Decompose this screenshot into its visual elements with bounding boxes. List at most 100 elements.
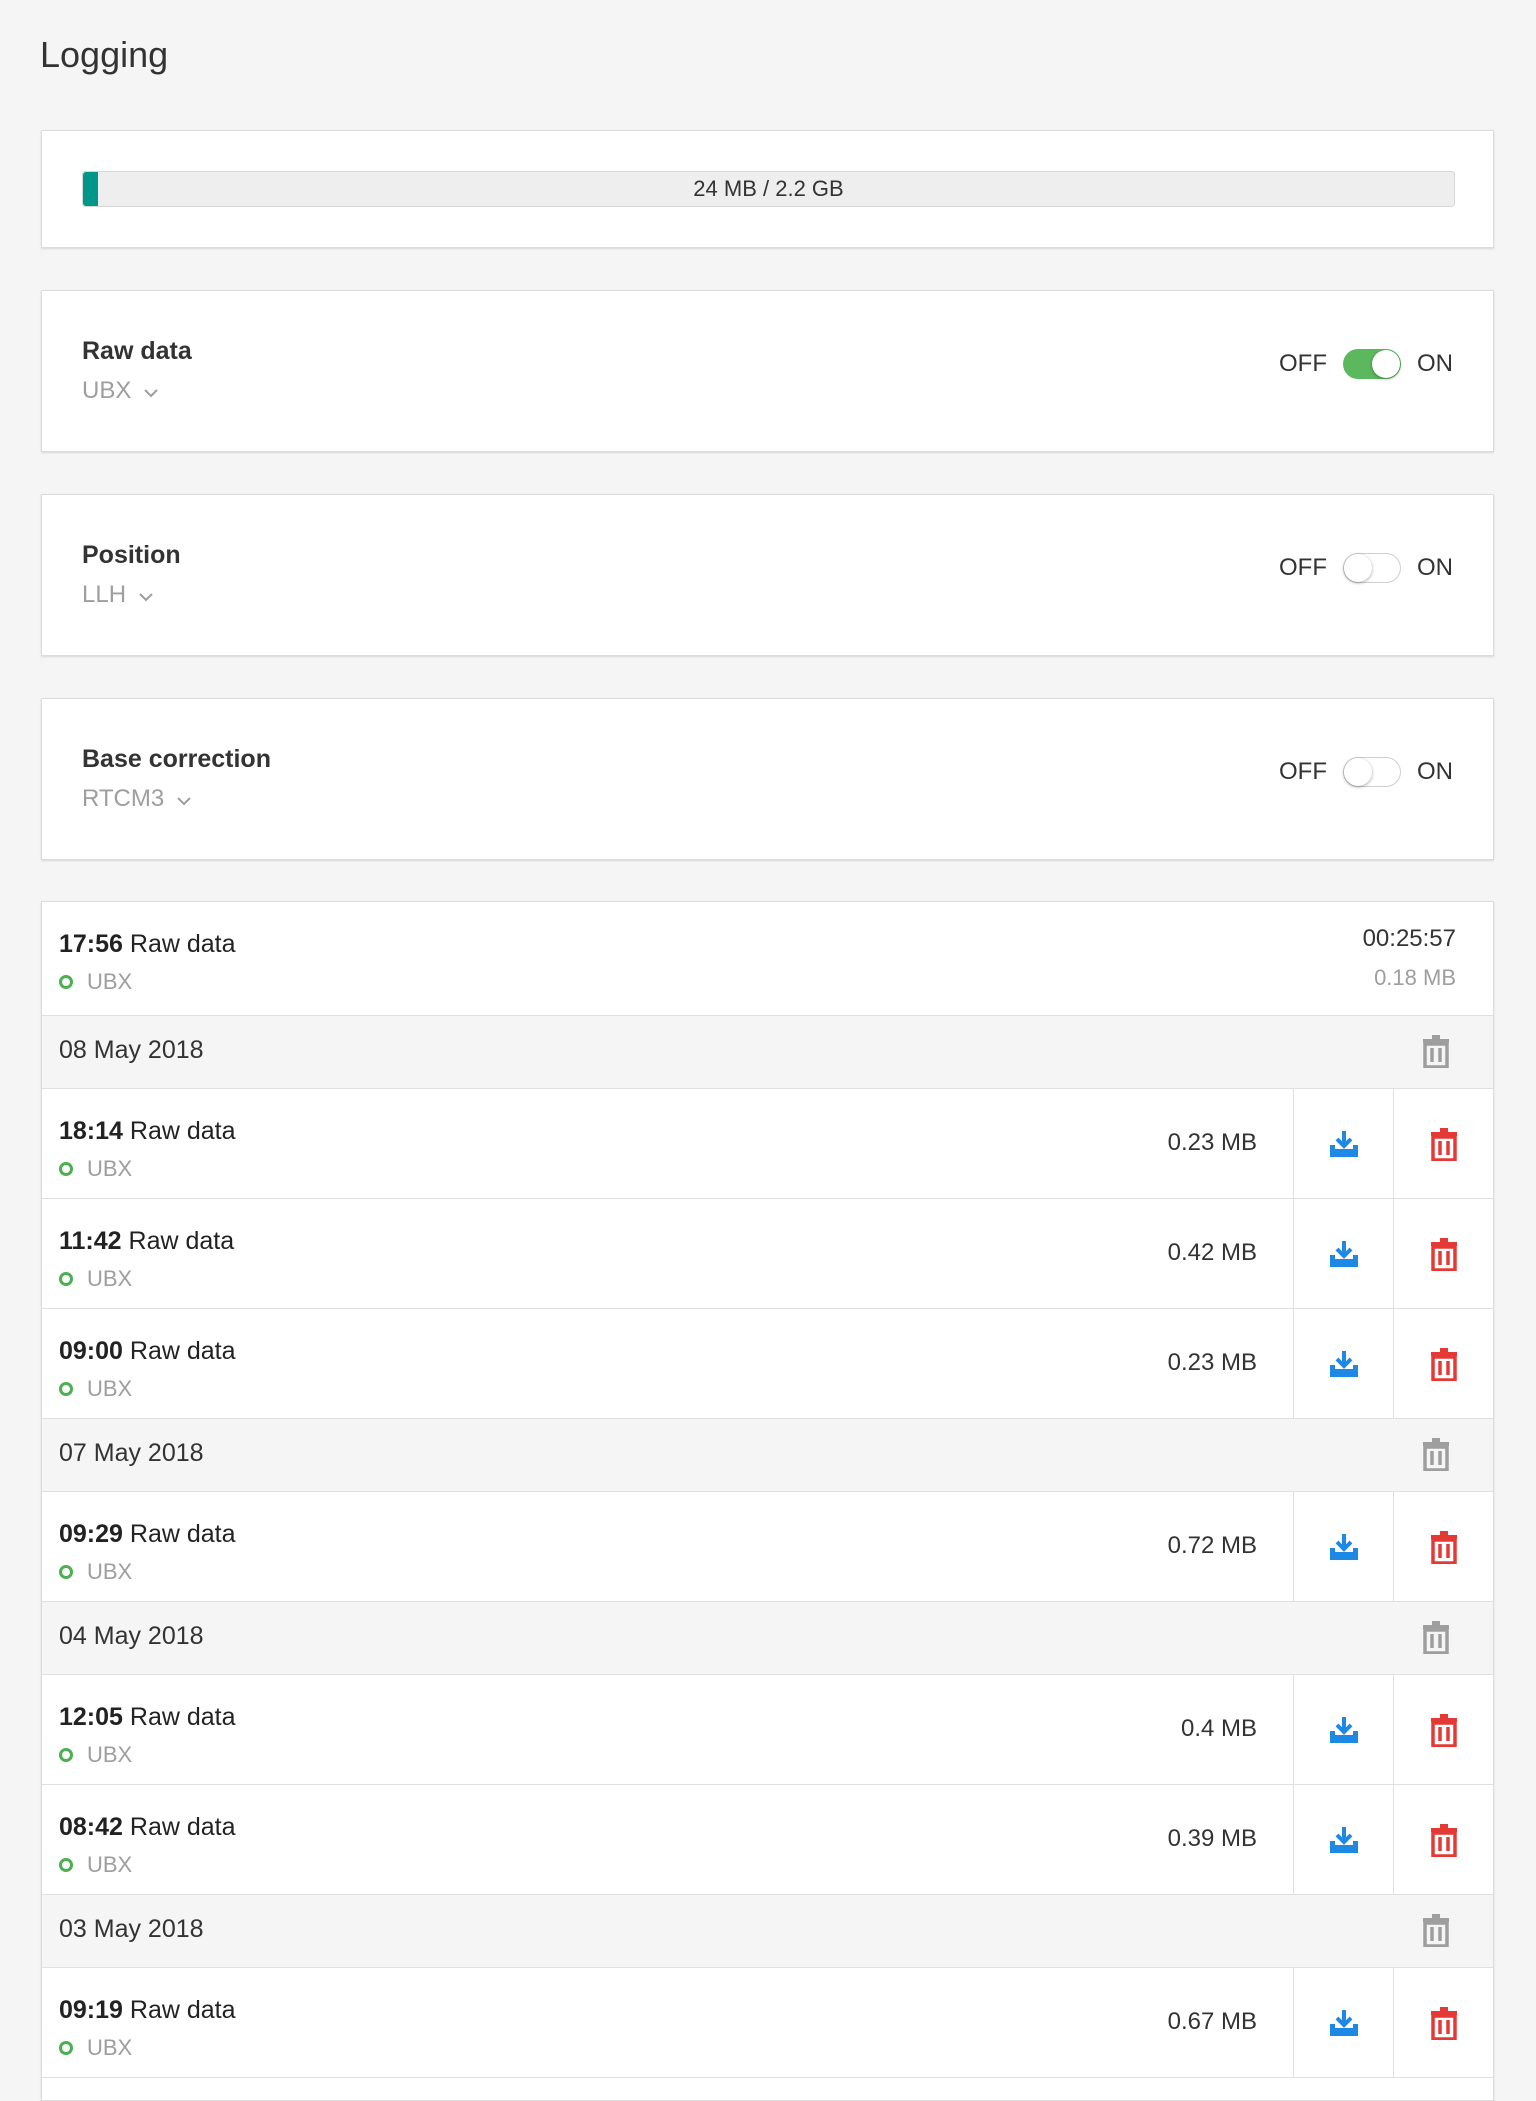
log-file-row: 09:00 Raw data UBX 0.23 MB [42, 1309, 1493, 1419]
log-time: 11:42 [59, 1227, 122, 1255]
log-type: Raw data [129, 1813, 236, 1841]
download-button[interactable] [1293, 1492, 1393, 1601]
delete-button[interactable] [1393, 1089, 1493, 1198]
log-title: 09:00 Raw data [59, 1337, 236, 1366]
download-button[interactable] [1293, 1199, 1393, 1308]
delete-button[interactable] [1393, 1675, 1493, 1784]
trash-icon [1429, 2006, 1459, 2040]
chevron-down-icon [176, 785, 192, 813]
toggle-switch[interactable] [1343, 757, 1401, 787]
log-file-row: 08:42 Raw data UBX 0.39 MB [42, 1785, 1493, 1895]
setting-name: Raw data [82, 337, 192, 365]
trash-icon [1421, 1034, 1455, 1068]
status-circle-icon [59, 1565, 73, 1579]
toggle-knob [1344, 554, 1372, 582]
log-type: Raw data [129, 1520, 236, 1548]
log-type: Raw data [129, 1117, 236, 1145]
log-title: 08:42 Raw data [59, 1813, 236, 1842]
page-title: Logging [40, 34, 169, 75]
log-file-row: 12:05 Raw data UBX 0.4 MB [42, 1675, 1493, 1785]
log-title: 11:42 Raw data [59, 1227, 234, 1256]
trash-icon [1429, 1530, 1459, 1564]
setting-card: Position LLH OFF ON [41, 494, 1494, 656]
delete-group-button[interactable] [1421, 1913, 1455, 1949]
log-format: UBX [59, 2035, 132, 2061]
format-select[interactable]: LLH [82, 581, 154, 609]
format-select-value: UBX [82, 377, 132, 404]
log-format: UBX [59, 969, 132, 995]
log-format-label: UBX [87, 1156, 133, 1181]
status-circle-icon [59, 1748, 73, 1762]
storage-card: 24 MB / 2.2 GB [41, 130, 1494, 248]
log-format-label: UBX [87, 1266, 133, 1291]
status-circle-icon [59, 1162, 73, 1176]
download-button[interactable] [1293, 1785, 1393, 1894]
log-file-row: 11:42 Raw data UBX 0.42 MB [42, 1199, 1493, 1309]
log-size: 0.23 MB [1167, 1349, 1257, 1376]
toggle-switch[interactable] [1343, 349, 1401, 379]
log-title: 12:05 Raw data [59, 1703, 236, 1732]
log-time: 09:29 [59, 1520, 123, 1548]
delete-button[interactable] [1393, 1309, 1493, 1418]
log-time: 09:00 [59, 1337, 123, 1365]
trash-icon [1429, 1127, 1459, 1161]
delete-group-button[interactable] [1421, 1437, 1455, 1473]
log-file-row: 09:19 Raw data UBX 0.67 MB [42, 1968, 1493, 2078]
toggle-switch[interactable] [1343, 553, 1401, 583]
date-group-header: 08 May 2018 [42, 1016, 1493, 1089]
log-size: 0.67 MB [1167, 2008, 1257, 2035]
download-button[interactable] [1293, 1675, 1393, 1784]
trash-icon [1429, 1347, 1459, 1381]
download-icon [1327, 1349, 1361, 1379]
log-format: UBX [59, 1156, 132, 1182]
logging-toggle[interactable]: OFF ON [1279, 553, 1453, 583]
toggle-knob [1372, 350, 1400, 378]
delete-button[interactable] [1393, 1492, 1493, 1601]
download-icon [1327, 1239, 1361, 1269]
date-group-header: 03 May 2018 [42, 1895, 1493, 1968]
log-time: 09:19 [59, 1996, 123, 2024]
date-label: 03 May 2018 [59, 1915, 204, 1943]
logging-toggle[interactable]: OFF ON [1279, 757, 1453, 787]
trash-icon [1421, 1620, 1455, 1654]
toggle-on-label: ON [1417, 554, 1453, 581]
download-button[interactable] [1293, 1309, 1393, 1418]
log-title: 09:29 Raw data [59, 1520, 236, 1549]
current-log-row: 17:56 Raw data UBX 00:25:57 0.18 MB [42, 902, 1493, 1016]
log-title: 18:14 Raw data [59, 1117, 236, 1146]
format-select-value: RTCM3 [82, 785, 165, 812]
trash-icon [1421, 1913, 1455, 1947]
chevron-down-icon [143, 377, 159, 405]
log-format: UBX [59, 1266, 132, 1292]
storage-progress-bar: 24 MB / 2.2 GB [82, 171, 1455, 207]
log-time: 08:42 [59, 1813, 123, 1841]
toggle-on-label: ON [1417, 350, 1453, 377]
download-button[interactable] [1293, 1089, 1393, 1198]
log-format-label: UBX [87, 1852, 133, 1877]
delete-group-button[interactable] [1421, 1034, 1455, 1070]
delete-button[interactable] [1393, 1199, 1493, 1308]
log-size: 0.39 MB [1167, 1825, 1257, 1852]
format-select[interactable]: RTCM3 [82, 785, 192, 813]
chevron-down-icon [138, 581, 154, 609]
setting-card: Base correction RTCM3 OFF ON [41, 698, 1494, 860]
toggle-knob [1344, 758, 1372, 786]
log-format-label: UBX [87, 1742, 133, 1767]
delete-button[interactable] [1393, 1968, 1493, 2077]
delete-button[interactable] [1393, 1785, 1493, 1894]
log-duration: 00:25:57 [1362, 925, 1456, 952]
log-format: UBX [59, 1559, 132, 1585]
log-size: 0.18 MB [1374, 965, 1456, 990]
trash-icon [1421, 1437, 1455, 1471]
log-format: UBX [59, 1376, 132, 1402]
log-size: 0.42 MB [1167, 1239, 1257, 1266]
setting-card: Raw data UBX OFF ON [41, 290, 1494, 452]
format-select[interactable]: UBX [82, 377, 159, 405]
delete-group-button[interactable] [1421, 1620, 1455, 1656]
status-circle-icon [59, 1858, 73, 1872]
download-button[interactable] [1293, 1968, 1393, 2077]
setting-name: Position [82, 541, 181, 569]
trash-icon [1429, 1713, 1459, 1747]
log-format-label: UBX [87, 1376, 133, 1401]
logging-toggle[interactable]: OFF ON [1279, 349, 1453, 379]
